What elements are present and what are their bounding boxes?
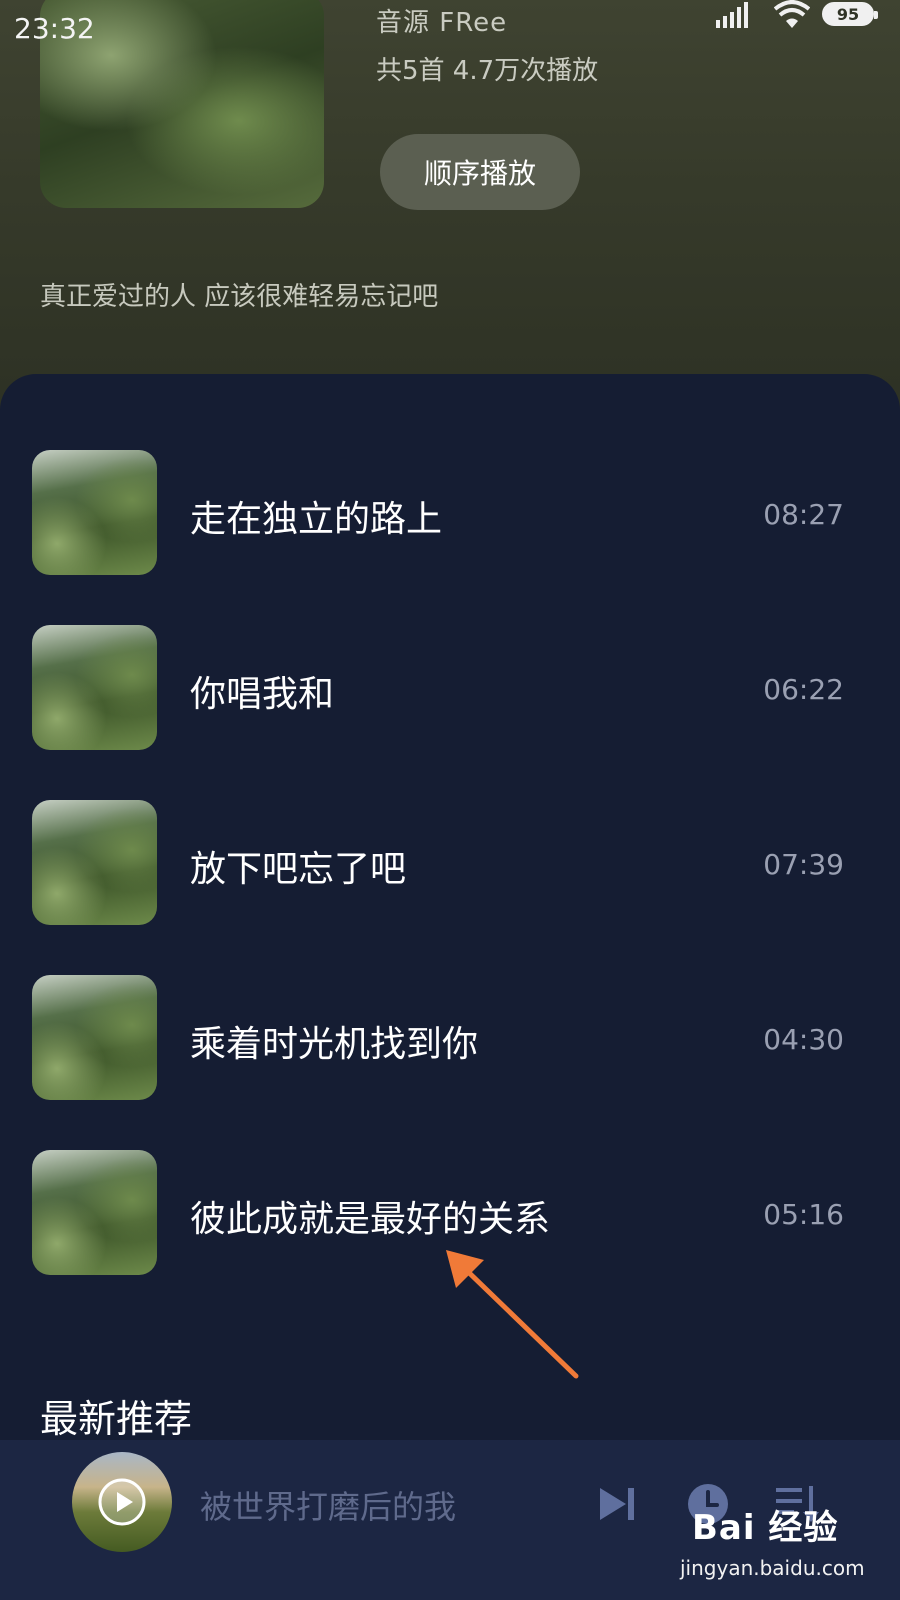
song-thumbnail xyxy=(32,975,157,1100)
now-playing-title: 被世界打磨后的我 xyxy=(200,1488,457,1526)
status-time: 23:32 xyxy=(14,12,95,45)
song-row[interactable]: 乘着时光机找到你 04:30 xyxy=(0,975,900,1103)
signal-icon xyxy=(716,2,748,28)
playlist-source: 音源 FRee xyxy=(376,8,508,38)
song-thumbnail xyxy=(32,450,157,575)
song-row[interactable]: 你唱我和 06:22 xyxy=(0,625,900,753)
playlist-description: 真正爱过的人 应该很难轻易忘记吧 xyxy=(40,282,439,312)
playlist-stats: 共5首 4.7万次播放 xyxy=(376,56,599,86)
song-title: 彼此成就是最好的关系 xyxy=(190,1199,551,1240)
play-order-button[interactable]: 顺序播放 xyxy=(380,134,580,210)
song-thumbnail xyxy=(32,625,157,750)
play-icon[interactable] xyxy=(98,1478,146,1526)
battery-level: 95 xyxy=(836,4,860,24)
annotation-arrow-icon xyxy=(446,1250,579,1379)
song-title: 放下吧忘了吧 xyxy=(190,849,407,890)
wifi-icon xyxy=(774,0,810,28)
skip-next-icon[interactable] xyxy=(598,1484,638,1524)
song-thumbnail xyxy=(32,1150,157,1275)
watermark-logo: Bai 经验 xyxy=(692,1508,839,1548)
song-duration: 06:22 xyxy=(763,673,844,706)
song-duration: 04:30 xyxy=(763,1023,844,1056)
watermark: Bai 经验 jingyan.baidu.com xyxy=(680,1500,890,1600)
song-duration: 08:27 xyxy=(763,498,844,531)
now-playing-cover[interactable] xyxy=(72,1452,172,1552)
song-title: 走在独立的路上 xyxy=(190,499,443,540)
song-title: 乘着时光机找到你 xyxy=(190,1024,479,1065)
battery-icon: 95 xyxy=(822,2,878,26)
song-row[interactable]: 走在独立的路上 08:27 xyxy=(0,450,900,578)
song-duration: 07:39 xyxy=(763,848,844,881)
song-duration: 05:16 xyxy=(763,1198,844,1231)
watermark-url: jingyan.baidu.com xyxy=(680,1556,865,1580)
song-title: 你唱我和 xyxy=(190,674,335,715)
section-title-latest: 最新推荐 xyxy=(40,1397,193,1441)
song-thumbnail xyxy=(32,800,157,925)
playlist-header: 23:32 95 音源 FRee 共5首 4.7万次播放 顺序播放 真正爱过的人… xyxy=(0,0,900,420)
song-row[interactable]: 放下吧忘了吧 07:39 xyxy=(0,800,900,928)
